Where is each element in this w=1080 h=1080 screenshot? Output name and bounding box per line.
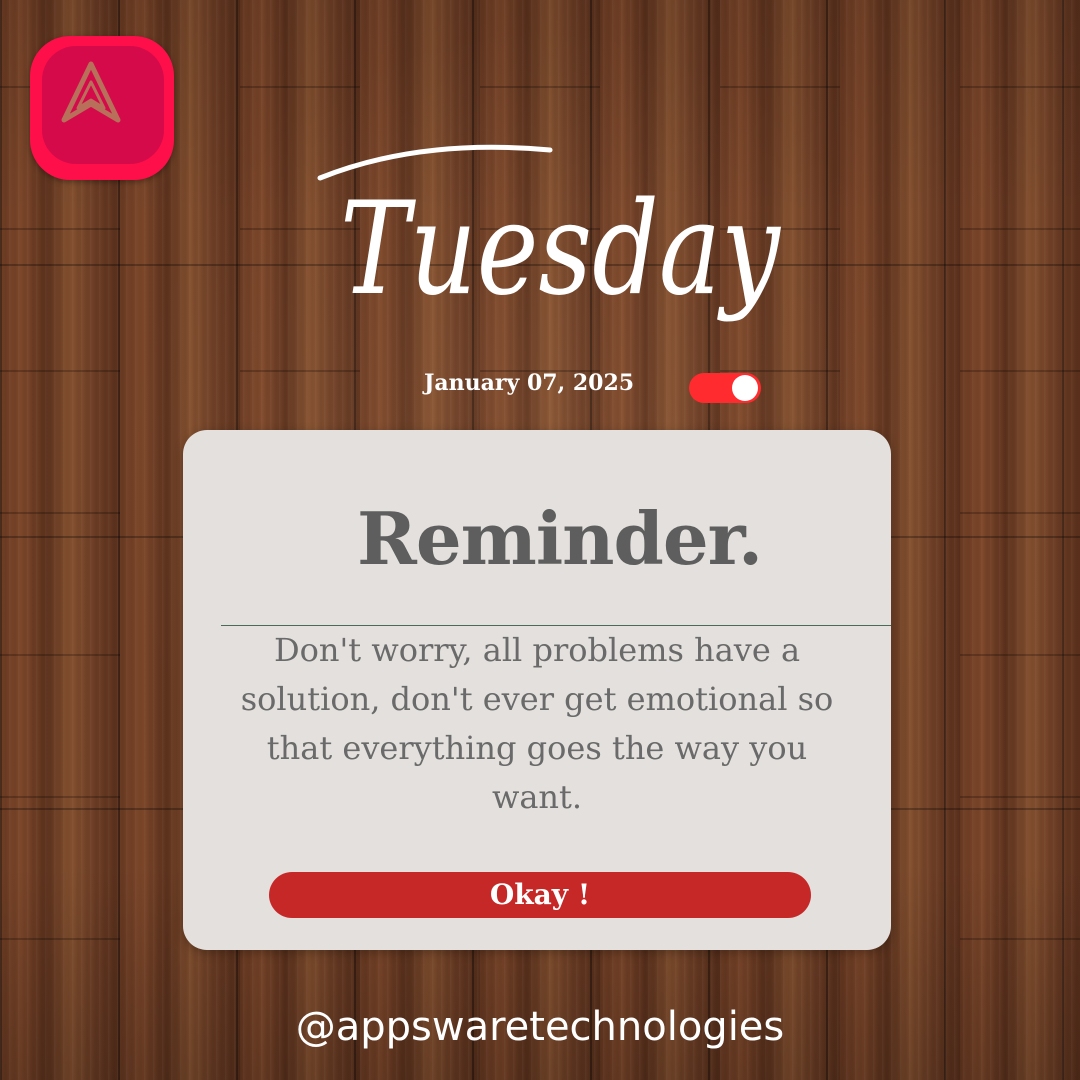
day-title-text: Tuesday xyxy=(340,175,781,324)
date-label: January 07, 2025 xyxy=(424,370,635,396)
day-title: Tuesday xyxy=(300,128,781,368)
app-logo xyxy=(30,36,174,180)
toggle-switch[interactable] xyxy=(689,373,761,403)
social-handle: @appswaretechnologies xyxy=(295,1004,785,1050)
reminder-card: Reminder. Don't worry, all problems have… xyxy=(183,430,891,950)
toggle-knob xyxy=(732,375,758,401)
reminder-title: Reminder. xyxy=(357,496,763,581)
arrow-up-navigation-icon xyxy=(61,61,121,123)
okay-button[interactable]: Okay ! xyxy=(269,872,811,918)
reminder-message: Don't worry, all problems have a solutio… xyxy=(240,631,834,816)
